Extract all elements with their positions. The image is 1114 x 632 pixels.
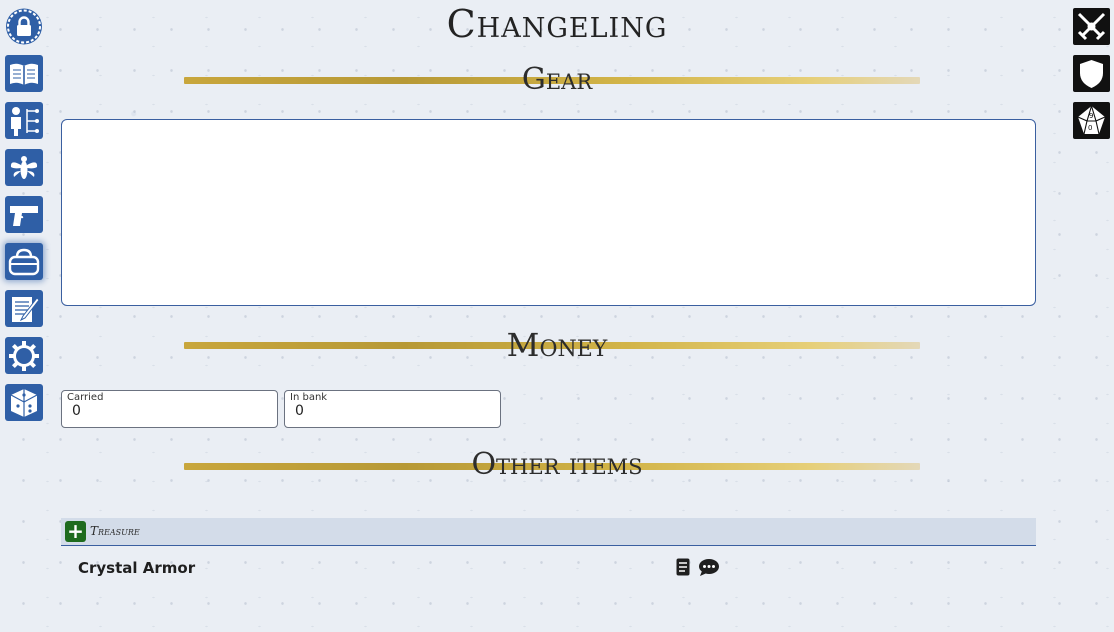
bank-field[interactable]: In bank 0 xyxy=(284,390,501,428)
character-tree-icon xyxy=(11,106,39,136)
add-treasure-button[interactable]: + xyxy=(65,521,86,542)
gear-bag-button[interactable] xyxy=(5,243,43,280)
page-title: Changeling xyxy=(446,2,668,46)
d10-dice-icon: 9 0 xyxy=(1077,104,1106,135)
list-item: Crystal Armor xyxy=(61,552,1036,582)
svg-text:0: 0 xyxy=(1088,124,1092,132)
dice-icon xyxy=(10,388,38,417)
svg-text:9: 9 xyxy=(1089,112,1093,120)
gear-notes-textarea[interactable] xyxy=(61,119,1036,306)
comment-icon[interactable] xyxy=(698,558,720,581)
other-items-heading: Other items xyxy=(0,447,1114,482)
weapons-button[interactable] xyxy=(5,196,43,233)
document-icon[interactable] xyxy=(676,558,690,580)
bank-value[interactable]: 0 xyxy=(295,403,304,419)
pistol-icon xyxy=(10,205,38,226)
money-heading-text: Money xyxy=(506,326,608,364)
notes-button[interactable] xyxy=(5,290,43,327)
item-name[interactable]: Crystal Armor xyxy=(78,559,195,577)
wasp-icon xyxy=(10,155,38,179)
money-heading: Money xyxy=(0,326,1114,364)
carried-value[interactable]: 0 xyxy=(72,403,81,419)
wasp-button[interactable] xyxy=(5,149,43,186)
roll-button[interactable]: 9 0 xyxy=(1073,102,1110,139)
other-items-heading-text: Other items xyxy=(471,447,643,482)
bank-label: In bank xyxy=(290,392,328,403)
bag-icon xyxy=(8,248,40,275)
carried-label: Carried xyxy=(67,392,104,403)
dice-button[interactable] xyxy=(5,384,43,421)
treasure-label: Treasure xyxy=(90,524,140,538)
gear-heading: Gear xyxy=(0,62,1114,97)
gear-heading-text: Gear xyxy=(521,62,593,97)
treasure-header: + Treasure xyxy=(61,518,1036,546)
notes-icon xyxy=(12,296,40,322)
character-tree-button[interactable] xyxy=(5,102,43,139)
carried-field[interactable]: Carried 0 xyxy=(61,390,278,428)
